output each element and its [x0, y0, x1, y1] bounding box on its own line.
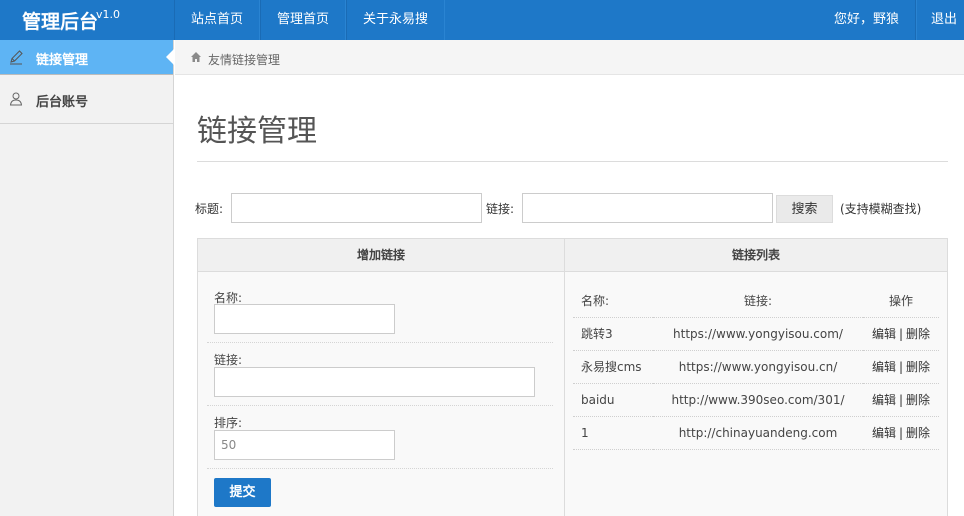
table-row: 1 http://chinayuandeng.com 编辑 | 删除 — [573, 416, 939, 450]
table-header-row: 名称: 链接: 操作 — [573, 284, 939, 318]
pencil-icon — [10, 50, 23, 65]
edit-link[interactable]: 编辑 — [872, 360, 896, 374]
column-header-name: 名称: — [573, 284, 653, 318]
row-url: https://www.yongyisou.com/ — [653, 317, 863, 351]
breadcrumb: 友情链接管理 — [175, 40, 964, 75]
row-url: http://chinayuandeng.com — [653, 416, 863, 450]
sidebar: 链接管理 后台账号 — [0, 40, 174, 516]
delete-link[interactable]: 删除 — [906, 327, 930, 341]
delete-link[interactable]: 删除 — [906, 360, 930, 374]
top-bar: 管理后台 v1.0 站点首页 管理首页 关于永易搜 您好，野狼 退出 — [0, 0, 964, 40]
link-search-label: 链接: — [486, 202, 515, 216]
row-name: 永易搜cms — [573, 350, 653, 384]
row-name: baidu — [573, 383, 653, 417]
sidebar-item-links[interactable]: 链接管理 — [0, 40, 174, 75]
sidebar-item-accounts[interactable]: 后台账号 — [0, 75, 173, 124]
link-label: 链接: — [214, 353, 243, 367]
row-actions: 编辑 | 删除 — [863, 350, 939, 384]
name-field-group: 名称: — [207, 283, 553, 343]
delete-link[interactable]: 删除 — [906, 426, 930, 440]
row-actions: 编辑 | 删除 — [863, 383, 939, 417]
link-table: 名称: 链接: 操作 跳转3 https://www.yongyisou.com… — [573, 284, 939, 450]
order-input[interactable] — [214, 430, 395, 460]
brand-version: v1.0 — [96, 8, 121, 21]
edit-link[interactable]: 编辑 — [872, 426, 896, 440]
title-search-input[interactable] — [231, 193, 482, 223]
brand: 管理后台 v1.0 — [0, 0, 174, 40]
row-name: 1 — [573, 416, 653, 450]
sidebar-item-label: 后台账号 — [36, 95, 89, 110]
action-separator: | — [898, 360, 904, 374]
search-button[interactable]: 搜索 — [776, 195, 833, 223]
link-input[interactable] — [214, 367, 535, 397]
action-separator: | — [898, 393, 904, 407]
action-separator: | — [898, 327, 904, 341]
table-row: 永易搜cms https://www.yongyisou.cn/ 编辑 | 删除 — [573, 350, 939, 384]
row-name: 跳转3 — [573, 317, 653, 351]
nav-admin-home[interactable]: 管理首页 — [260, 0, 347, 40]
row-actions: 编辑 | 删除 — [863, 416, 939, 450]
nav-site-home[interactable]: 站点首页 — [174, 0, 261, 40]
row-actions: 编辑 | 删除 — [863, 317, 939, 351]
add-link-panel: 增加链接 名称: 链接: 排序: 提交 — [197, 238, 565, 516]
logout-link[interactable]: 退出 — [915, 0, 964, 40]
edit-link[interactable]: 编辑 — [872, 393, 896, 407]
home-icon — [191, 52, 201, 62]
link-list-heading: 链接列表 — [565, 239, 947, 272]
breadcrumb-current: 友情链接管理 — [208, 53, 281, 67]
page-title: 链接管理 — [197, 114, 317, 149]
user-greeting[interactable]: 您好，野狼 — [818, 0, 916, 40]
table-row: baidu http://www.390seo.com/301/ 编辑 | 删除 — [573, 383, 939, 417]
brand-title: 管理后台 — [22, 11, 99, 33]
column-header-actions: 操作 — [863, 284, 939, 318]
table-row: 跳转3 https://www.yongyisou.com/ 编辑 | 删除 — [573, 317, 939, 351]
order-label: 排序: — [214, 416, 243, 430]
search-hint: (支持模糊查找) — [840, 202, 922, 216]
sidebar-item-label: 链接管理 — [36, 53, 89, 68]
edit-link[interactable]: 编辑 — [872, 327, 896, 341]
column-header-link: 链接: — [653, 284, 863, 318]
order-field-group: 排序: — [207, 406, 553, 469]
top-nav: 站点首页 管理首页 关于永易搜 — [174, 0, 446, 40]
link-search-input[interactable] — [522, 193, 773, 223]
link-field-group: 链接: — [207, 343, 553, 406]
title-divider — [197, 161, 948, 162]
add-link-heading: 增加链接 — [198, 239, 564, 272]
active-arrow — [166, 49, 174, 65]
title-search-label: 标题: — [195, 202, 224, 216]
row-url: https://www.yongyisou.cn/ — [653, 350, 863, 384]
user-icon — [9, 92, 23, 106]
row-url: http://www.390seo.com/301/ — [653, 383, 863, 417]
nav-about[interactable]: 关于永易搜 — [346, 0, 446, 40]
link-list-panel: 链接列表 名称: 链接: 操作 跳转3 https://www.yongyiso… — [564, 238, 948, 516]
name-input[interactable] — [214, 304, 395, 334]
submit-button[interactable]: 提交 — [214, 478, 271, 507]
delete-link[interactable]: 删除 — [906, 393, 930, 407]
user-area: 您好，野狼 退出 — [818, 0, 964, 40]
action-separator: | — [898, 426, 904, 440]
